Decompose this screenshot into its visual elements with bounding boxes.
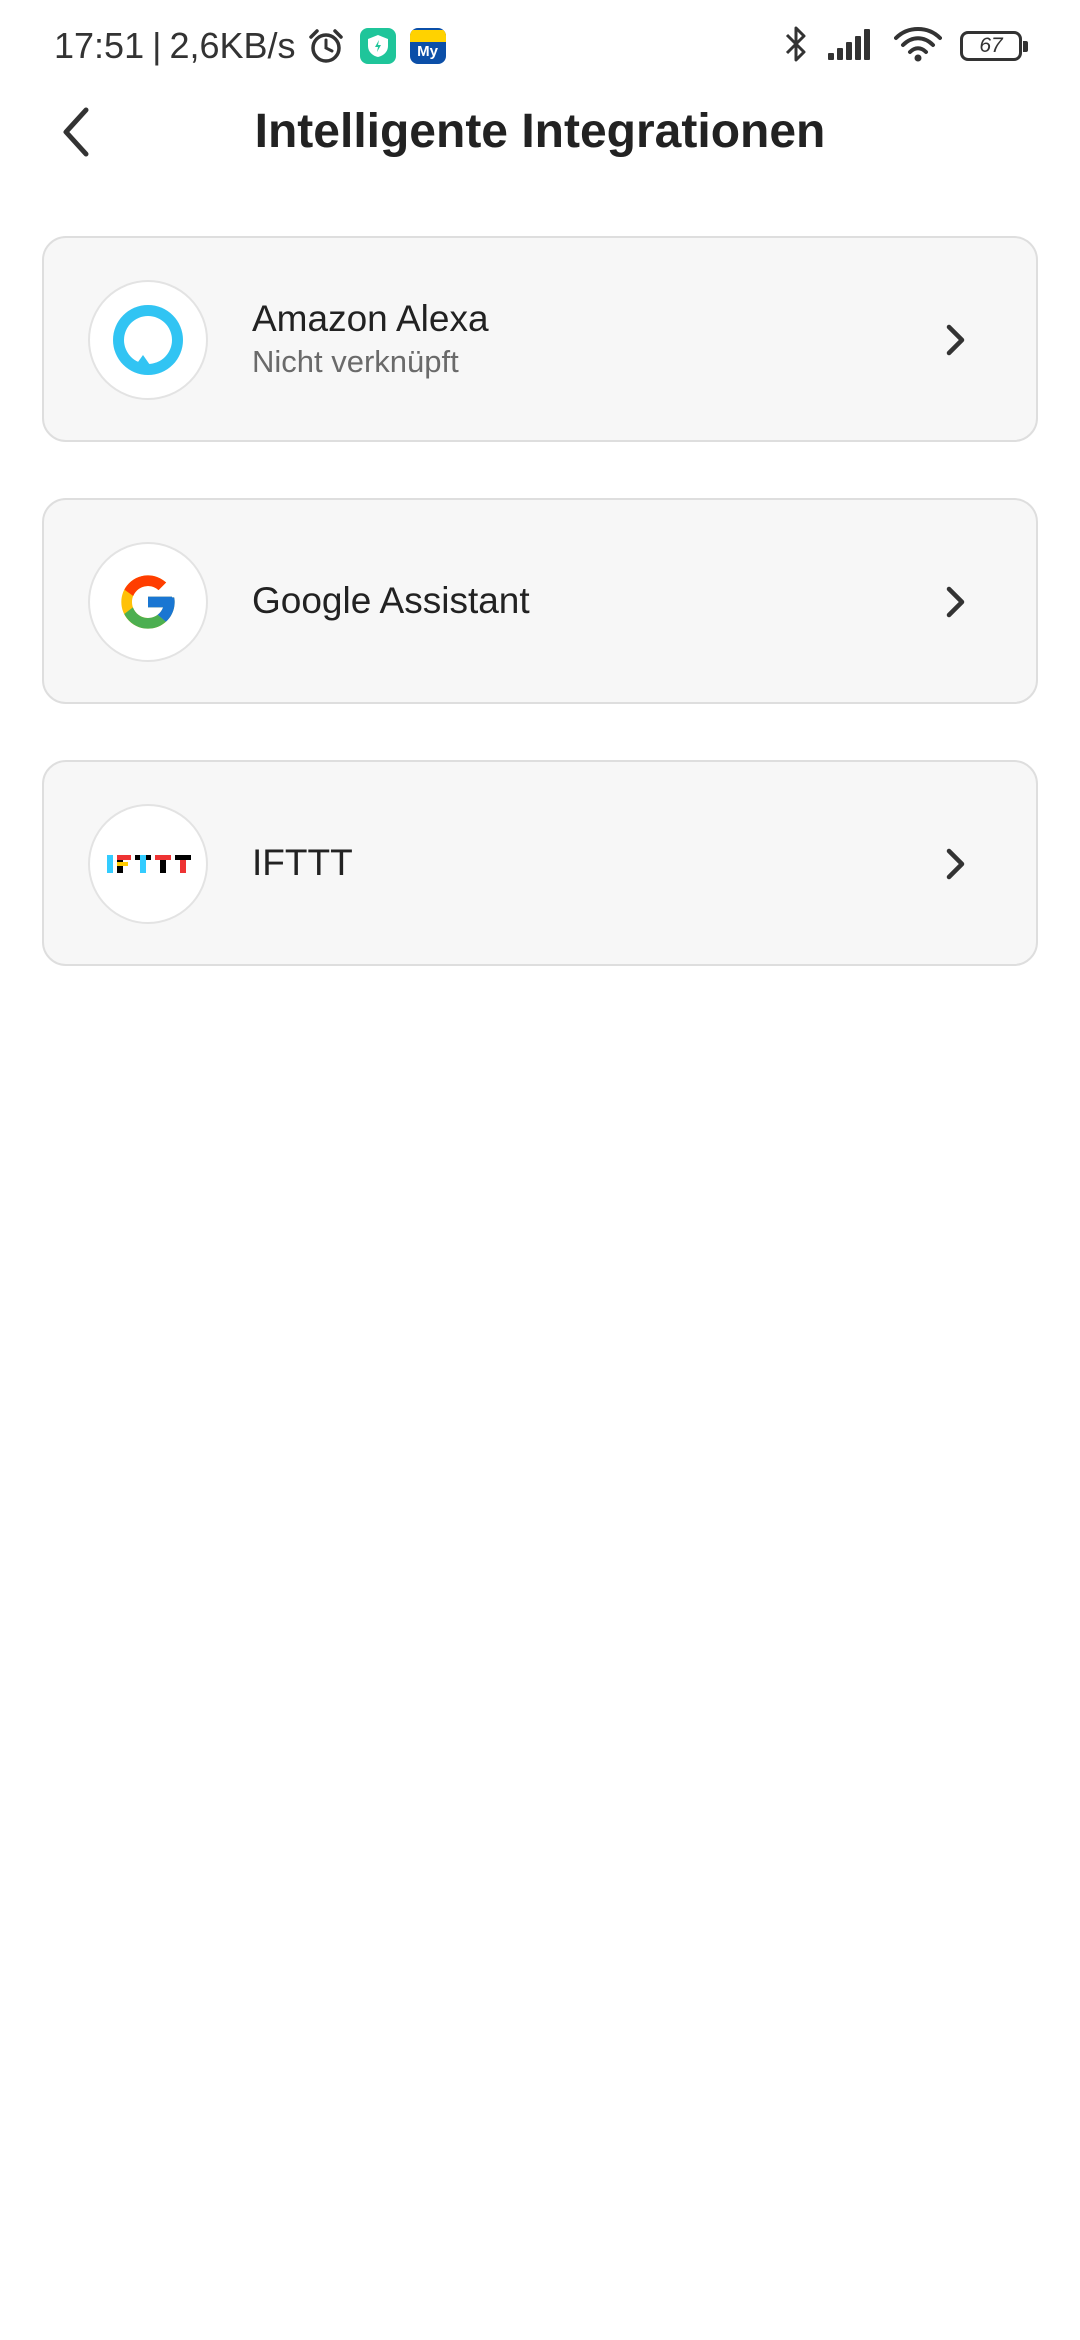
card-text: Google Assistant — [252, 500, 530, 702]
status-left: 17:51 | 2,6KB/s My — [54, 24, 446, 68]
integration-card-ifttt[interactable]: IFTTT — [42, 760, 1038, 966]
chevron-right-icon — [936, 844, 976, 884]
battery-icon: 67 — [960, 31, 1028, 61]
status-time: 17:51 — [54, 25, 145, 66]
integration-card-google-assistant[interactable]: Google Assistant — [42, 498, 1038, 704]
battery-level: 67 — [979, 34, 1003, 57]
bluetooth-icon — [784, 24, 808, 69]
signal-icon — [826, 27, 876, 66]
network-speed: 2,6KB/s — [169, 25, 296, 66]
status-right: 67 — [784, 24, 1028, 69]
integration-name: Amazon Alexa — [252, 298, 489, 339]
card-text: Amazon Alexa Nicht verknüpft — [252, 238, 489, 440]
wifi-icon — [894, 26, 942, 67]
integration-card-amazon-alexa[interactable]: Amazon Alexa Nicht verknüpft — [42, 236, 1038, 442]
google-icon — [88, 542, 208, 662]
page-title: Intelligente Integrationen — [254, 105, 826, 158]
integration-status: Nicht verknüpft — [252, 344, 459, 379]
alarm-icon — [306, 26, 346, 66]
integration-name: IFTTT — [252, 842, 353, 883]
ifttt-icon — [88, 804, 208, 924]
alexa-icon — [88, 280, 208, 400]
chevron-right-icon — [936, 320, 976, 360]
chevron-right-icon — [936, 582, 976, 622]
status-separator: | — [152, 25, 162, 66]
my-app-icon: My — [409, 28, 446, 64]
card-text: IFTTT — [252, 762, 353, 964]
shield-app-icon — [359, 28, 396, 64]
integration-name: Google Assistant — [252, 580, 530, 621]
status-bar: 17:51 | 2,6KB/s My 67 — [0, 0, 1080, 92]
header: Intelligente Integrationen — [0, 92, 1080, 242]
